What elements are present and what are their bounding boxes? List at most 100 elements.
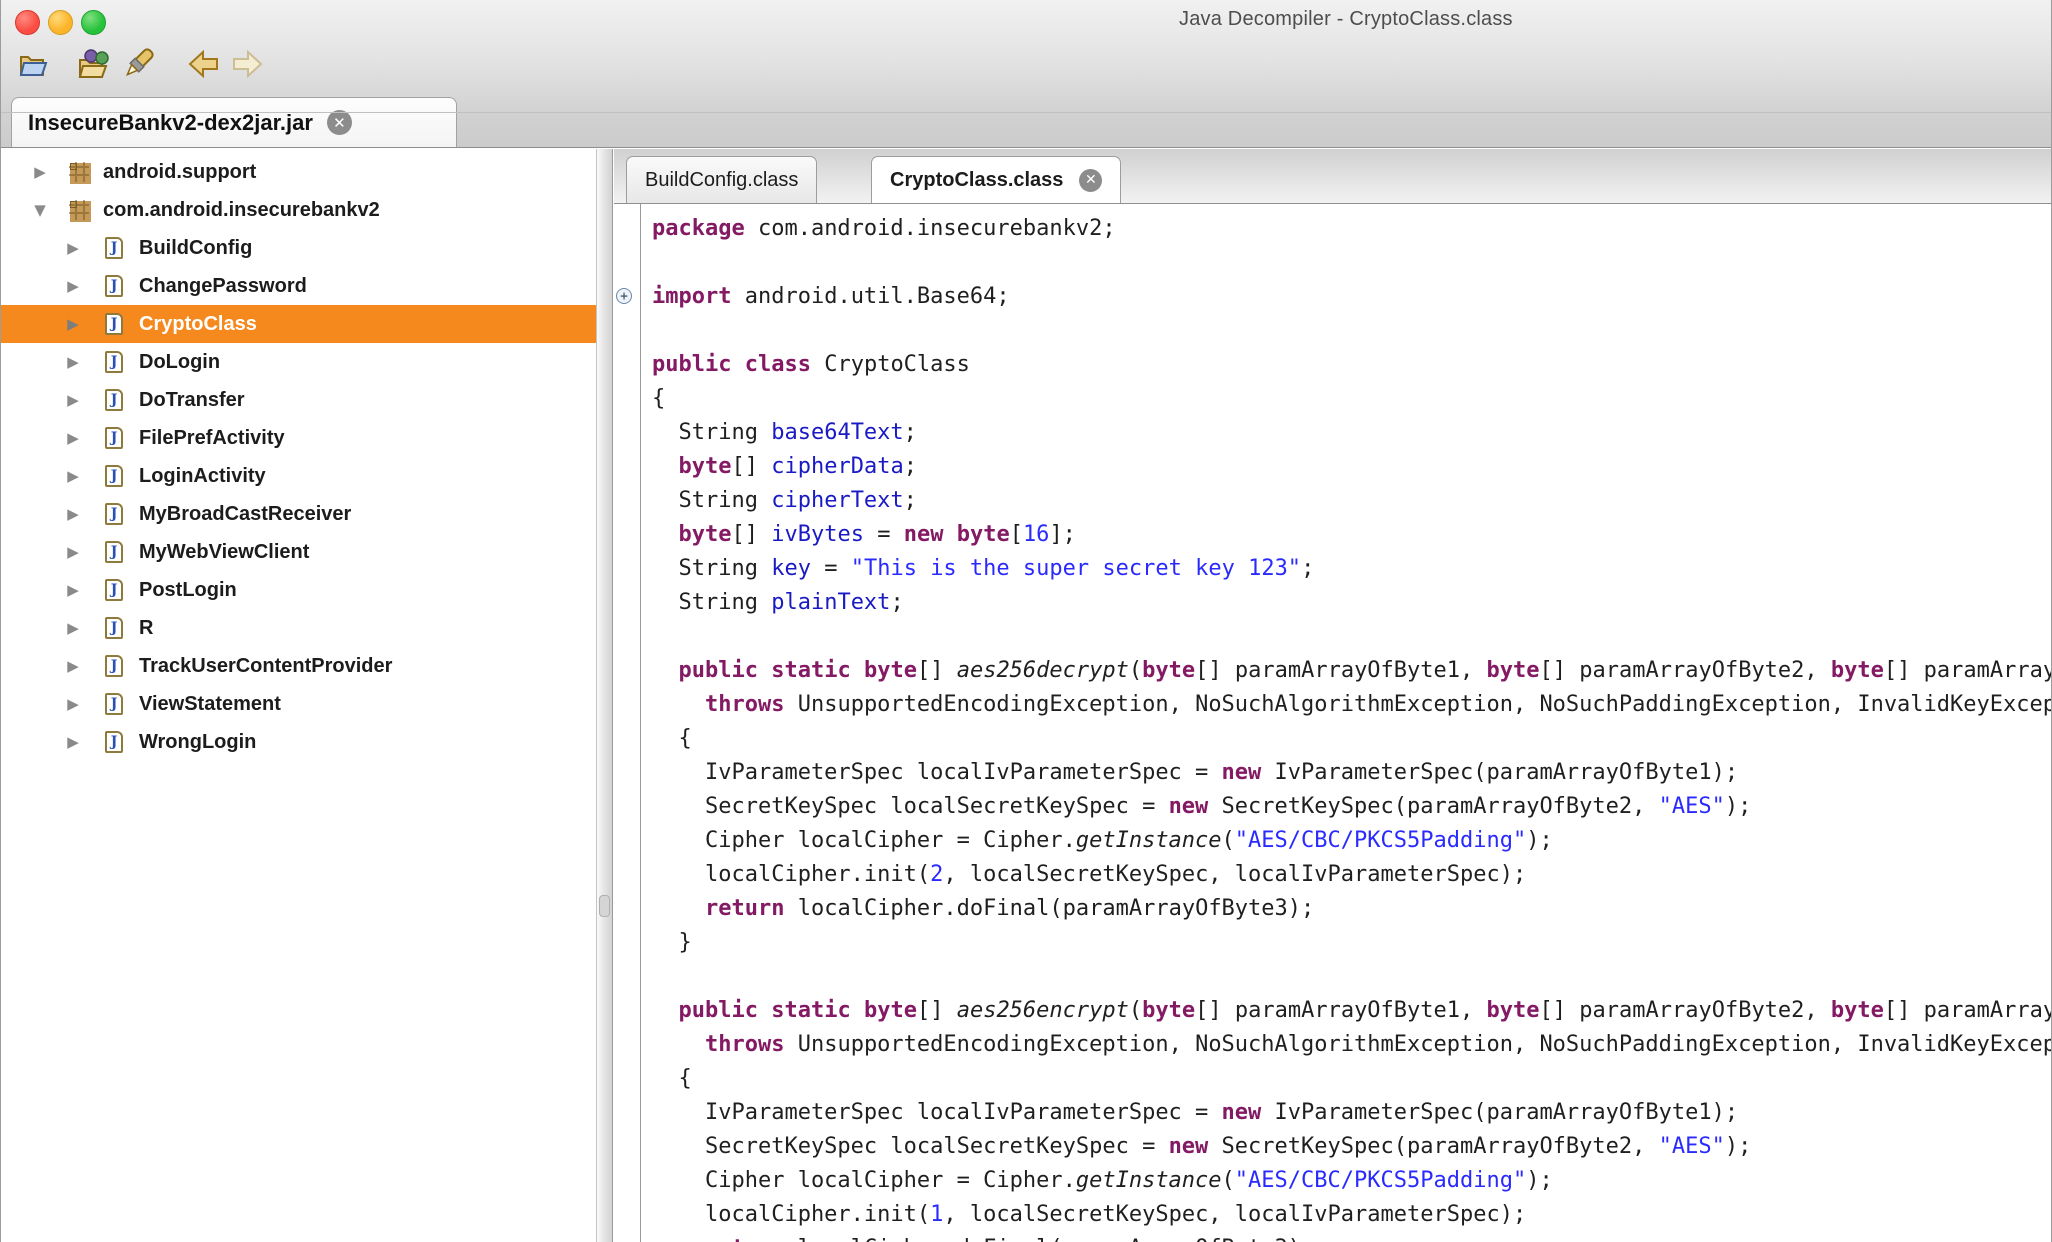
java-class-icon: J xyxy=(105,541,123,563)
back-icon[interactable] xyxy=(187,48,221,81)
chevron-right-icon[interactable]: ▶ xyxy=(64,543,82,561)
chevron-right-icon[interactable]: ▶ xyxy=(64,581,82,599)
chevron-right-icon[interactable]: ▶ xyxy=(64,695,82,713)
code-line-21: return localCipher.doFinal(paramArrayOfB… xyxy=(614,892,2051,926)
tree-item-mybroadcastreceiver[interactable]: ▶ J MyBroadCastReceiver xyxy=(1,495,596,533)
tab-cryptoclass-class[interactable]: CryptoClass.class ✕ xyxy=(871,156,1121,203)
zoom-window-icon[interactable] xyxy=(81,10,106,35)
tree-item-loginactivity[interactable]: ▶JLoginActivity xyxy=(1,457,596,495)
chevron-right-icon[interactable]: ▶ xyxy=(64,353,82,371)
chevron-right-icon[interactable]: ▶ xyxy=(64,657,82,675)
code-line-24: public static byte[] aes256encrypt(byte[… xyxy=(614,994,2051,1028)
jar-tab-label: InsecureBankv2-dex2jar.jar xyxy=(28,110,313,136)
chevron-down-icon[interactable]: ▼ xyxy=(31,201,49,219)
chevron-right-icon[interactable]: ▶ xyxy=(64,239,82,257)
tree-item-dologin[interactable]: ▶ J DoLogin xyxy=(1,343,596,381)
tree-item-r[interactable]: ▶JR xyxy=(1,609,596,647)
tree-item-dotransfer[interactable]: ▶JDoTransfer xyxy=(1,381,596,419)
tree-item-label: MyWebViewClient xyxy=(139,541,309,564)
code-line-29: Cipher localCipher = Cipher.getInstance(… xyxy=(614,1164,2051,1198)
tree-item-trackusercontentprovider[interactable]: ▶ J TrackUserContentProvider xyxy=(1,647,596,685)
jd-gui-window: Java Decompiler - CryptoClass.class xyxy=(0,0,2052,1242)
tree-item-label: LoginActivity xyxy=(139,465,266,488)
code-view[interactable]: + package com.android.insecurebankv2; im… xyxy=(614,204,2051,1242)
tree-item-label: WrongLogin xyxy=(139,731,256,754)
tree-item-changepassword[interactable]: ▶JChangePassword xyxy=(1,267,596,305)
tree-item-label: FilePrefActivity xyxy=(139,427,285,450)
java-class-icon: J xyxy=(105,427,123,449)
tree-item-label: TrackUserContentProvider xyxy=(139,655,392,678)
code-line-26: { xyxy=(614,1062,2051,1096)
code-line-17: IvParameterSpec localIvParameterSpec = n… xyxy=(614,756,2051,790)
chevron-right-icon[interactable]: ▶ xyxy=(31,163,49,181)
chevron-right-icon[interactable]: ▶ xyxy=(64,429,82,447)
java-class-icon: J xyxy=(105,693,123,715)
tree-item-cryptoclass[interactable]: ▶JCryptoClass xyxy=(1,305,596,343)
chevron-right-icon[interactable]: ▶ xyxy=(64,467,82,485)
code-line-28: SecretKeySpec localSecretKeySpec = new S… xyxy=(614,1130,2051,1164)
tab-label: BuildConfig.class xyxy=(645,169,798,192)
code-line-15: throws UnsupportedEncodingException, NoS… xyxy=(614,688,2051,722)
code-line-12: String plainText; xyxy=(614,586,2051,620)
java-class-icon: J xyxy=(105,237,123,259)
paste-log-icon[interactable] xyxy=(121,48,155,81)
splitter-grip-icon[interactable] xyxy=(599,895,610,917)
tab-label: CryptoClass.class xyxy=(890,169,1063,192)
pane-splitter[interactable] xyxy=(596,149,613,1242)
chevron-right-icon[interactable]: ▶ xyxy=(64,733,82,751)
java-class-icon: J xyxy=(105,275,123,297)
minimize-window-icon[interactable] xyxy=(48,10,73,35)
window-header: Java Decompiler - CryptoClass.class xyxy=(1,0,2051,148)
code-line-14: public static byte[] aes256decrypt(byte[… xyxy=(614,654,2051,688)
editor-tab-bar: BuildConfig.class CryptoClass.class ✕ xyxy=(614,149,2051,204)
code-line-16: { xyxy=(614,722,2051,756)
tree-item-buildconfig[interactable]: ▶ J BuildConfig xyxy=(1,229,596,267)
package-icon xyxy=(69,162,90,183)
code-line-23 xyxy=(614,960,2051,994)
tree-item-label: ViewStatement xyxy=(139,693,281,716)
code-line-8: byte[] cipherData; xyxy=(614,450,2051,484)
java-class-icon: J xyxy=(105,655,123,677)
tree-item-android-support[interactable]: ▶android.support xyxy=(1,153,596,191)
chevron-right-icon[interactable]: ▶ xyxy=(64,391,82,409)
package-tree: ▶android.support▼com.android.insecureban… xyxy=(1,149,596,1242)
code-line-5: public class CryptoClass xyxy=(614,348,2051,382)
open-all-types-icon[interactable] xyxy=(77,48,111,81)
code-line-25: throws UnsupportedEncodingException, NoS… xyxy=(614,1028,2051,1062)
tree-item-label: DoLogin xyxy=(139,351,220,374)
chevron-right-icon[interactable]: ▶ xyxy=(64,315,82,333)
code-line-20: localCipher.init(2, localSecretKeySpec, … xyxy=(614,858,2051,892)
java-class-icon: J xyxy=(105,389,123,411)
forward-icon xyxy=(230,48,264,81)
code-line-3: import android.util.Base64; xyxy=(614,280,2051,314)
chevron-right-icon[interactable]: ▶ xyxy=(64,505,82,523)
tree-item-fileprefactivity[interactable]: ▶ J FilePrefActivity xyxy=(1,419,596,457)
java-class-icon: J xyxy=(105,503,123,525)
open-file-icon[interactable] xyxy=(17,48,51,81)
tree-item-label: BuildConfig xyxy=(139,237,252,260)
chevron-right-icon[interactable]: ▶ xyxy=(64,277,82,295)
tree-item-label: CryptoClass xyxy=(139,313,257,336)
tree-item-mywebviewclient[interactable]: ▶ J MyWebViewClient xyxy=(1,533,596,571)
tab-buildconfig-class[interactable]: BuildConfig.class xyxy=(626,156,817,203)
code-line-31: return localCipher.doFinal(paramArrayOfB… xyxy=(614,1232,2051,1242)
close-window-icon[interactable] xyxy=(15,10,40,35)
tree-item-label: MyBroadCastReceiver xyxy=(139,503,351,526)
chevron-right-icon[interactable]: ▶ xyxy=(64,619,82,637)
java-class-icon: J xyxy=(105,617,123,639)
code-line-27: IvParameterSpec localIvParameterSpec = n… xyxy=(614,1096,2051,1130)
tree-item-postlogin[interactable]: ▶JPostLogin xyxy=(1,571,596,609)
code-line-30: localCipher.init(1, localSecretKeySpec, … xyxy=(614,1198,2051,1232)
code-line-9: String cipherText; xyxy=(614,484,2051,518)
tree-item-com-android-insecurebankv2[interactable]: ▼com.android.insecurebankv2 xyxy=(1,191,596,229)
code-line-10: byte[] ivBytes = new byte[16]; xyxy=(614,518,2051,552)
main-area: ▶android.support▼com.android.insecureban… xyxy=(1,149,2051,1242)
tree-item-viewstatement[interactable]: ▶ J ViewStatement xyxy=(1,685,596,723)
tree-item-wronglogin[interactable]: ▶JWrongLogin xyxy=(1,723,596,761)
java-class-icon: J xyxy=(105,351,123,373)
code-line-7: String base64Text; xyxy=(614,416,2051,450)
jar-tab-close-icon[interactable]: ✕ xyxy=(327,110,352,135)
jar-tab[interactable]: InsecureBankv2-dex2jar.jar ✕ xyxy=(11,97,457,147)
tab-close-icon[interactable]: ✕ xyxy=(1079,169,1102,192)
code-line-19: Cipher localCipher = Cipher.getInstance(… xyxy=(614,824,2051,858)
